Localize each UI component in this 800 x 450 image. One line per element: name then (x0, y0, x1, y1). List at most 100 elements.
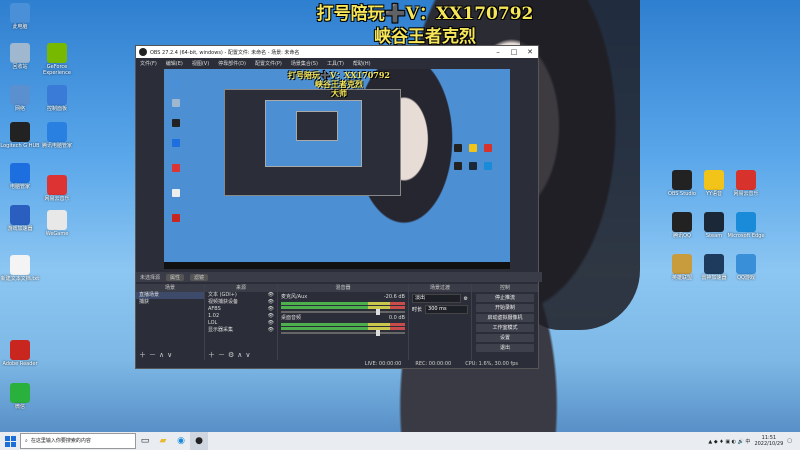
preview-desktop-icon (484, 144, 492, 152)
control-button[interactable]: 开始录制 (476, 304, 534, 312)
source-item[interactable]: 1.02 👁 (205, 313, 277, 320)
menu-item[interactable]: 场景集合(S) (291, 60, 318, 67)
desktop-icon[interactable]: 此电脑 (0, 3, 40, 30)
desktop-icon[interactable]: 回收站 (0, 43, 40, 70)
desktop-icon[interactable]: 网易云音乐 (726, 170, 766, 197)
obs-window: OBS 27.2.4 (64-bit, windows) - 配置文件: 未命名… (135, 45, 542, 369)
mixer-channel-header: 麦克风/Aux -20.6 dB (281, 294, 405, 301)
source-item[interactable]: 文本 (GDI+) 👁 (205, 292, 277, 299)
obs-titlebar[interactable]: OBS 27.2.4 (64-bit, windows) - 配置文件: 未命名… (136, 46, 538, 58)
scenes-dock: 场景 直播场景 捕获 ＋－∧∨ (136, 284, 205, 362)
desktop-icon[interactable]: Logitech G HUB (0, 122, 40, 149)
steam-icon (704, 212, 724, 232)
properties-button[interactable]: 属性 (166, 273, 185, 281)
notification-icon[interactable]: ▢ (787, 438, 792, 444)
nvidia-icon (47, 43, 67, 63)
source-item[interactable]: LOL 👁 (205, 320, 277, 327)
edge-icon[interactable]: ◉ (172, 432, 190, 450)
menu-item[interactable]: 文件(F) (140, 60, 157, 67)
menu-item[interactable]: 编辑(E) (166, 60, 183, 67)
transition-type-select[interactable]: 淡出 (412, 294, 461, 303)
obs-menubar: 文件(F) 编辑(E) 视图(V) 停靠部件(D) 配置文件(P) 场景集合(S) 工具(T… (136, 58, 538, 68)
file-explorer-icon[interactable]: ▰ (154, 432, 172, 450)
source-controls[interactable]: ＋－⚙∧∨ (208, 350, 254, 360)
visibility-icon[interactable]: 👁 (268, 306, 274, 313)
desktop-icon[interactable]: WeGame (37, 210, 77, 237)
desktop-icon[interactable]: 微信 (0, 383, 40, 410)
slider-handle[interactable] (376, 330, 381, 336)
source-item[interactable]: 显示器采集 👁 (205, 327, 277, 334)
close-button[interactable]: ✕ (522, 48, 538, 56)
taskbar: ⌕ 在这里输入你要搜索的内容 ▭ ▰ ◉ ● ▲ ◆ ♦ ▣ ◐ 🔊 中 11:… (0, 432, 800, 450)
cpu-status: CPU: 1.6%, 30.00 fps (465, 361, 518, 367)
desktop-icon[interactable]: 新建文本文档.txt (0, 255, 40, 282)
menu-item[interactable]: 停靠部件(D) (218, 60, 246, 67)
task-view-icon[interactable]: ▭ (136, 432, 154, 450)
gear-icon[interactable]: ⚙ (464, 296, 468, 302)
menu-item[interactable]: 工具(T) (327, 60, 344, 67)
menu-item[interactable]: 帮助(H) (353, 60, 371, 67)
tray-icons[interactable]: ▲ ◆ ♦ ▣ ◐ 🔊 中 (708, 438, 750, 445)
yy-icon (704, 170, 724, 190)
desktop-icon[interactable]: 电脑管家 (0, 163, 40, 190)
preview-nested-obs (224, 89, 401, 196)
control-button[interactable]: 设置 (476, 334, 534, 342)
volume-slider[interactable] (281, 309, 405, 315)
transition-dock: 场景过渡 淡出 ⚙ 时长 300 ms (409, 284, 472, 362)
control-button[interactable]: 退出 (476, 344, 534, 352)
obs-taskbar-icon[interactable]: ● (190, 432, 208, 450)
desktop-icon[interactable]: 网络 (0, 85, 40, 112)
visibility-icon[interactable]: 👁 (268, 292, 274, 299)
source-label: 视频捕获设备 (208, 299, 239, 305)
maximize-button[interactable]: □ (506, 48, 522, 56)
source-item[interactable]: 视频捕获设备 👁 (205, 299, 277, 306)
desktop-icon[interactable]: Adobe Reader (0, 340, 40, 367)
lol-icon (672, 254, 692, 274)
preview-desktop-icon (172, 214, 180, 222)
control-button[interactable]: 启动虚拟摄像机 (476, 314, 534, 322)
preview-nested-obs-2 (296, 111, 338, 141)
source-label: 1.02 (208, 313, 220, 319)
start-button[interactable] (0, 432, 20, 450)
desktop-icon[interactable]: GeForce Experience (37, 43, 77, 76)
desktop-icon[interactable]: 网易云音乐 (37, 175, 77, 202)
desktop-icon[interactable]: 腾讯电脑管家 (37, 122, 77, 149)
slider-handle[interactable] (376, 309, 381, 315)
mixer-channel: 麦克风/Aux -20.6 dB (281, 294, 405, 315)
wechat-icon (10, 383, 30, 403)
desktop-icon[interactable]: Microsoft Edge (726, 212, 766, 239)
filters-button[interactable]: 滤镜 (190, 273, 209, 281)
search-icon: ⌕ (25, 438, 28, 444)
source-label: 显示器采集 (208, 327, 234, 333)
scene-item[interactable]: 捕获 (136, 299, 204, 306)
control-button[interactable]: 停止推流 (476, 294, 534, 302)
search-placeholder: 在这里输入你要搜索的内容 (30, 438, 91, 444)
taskbar-search[interactable]: ⌕ 在这里输入你要搜索的内容 (20, 433, 136, 449)
visibility-icon[interactable]: 👁 (268, 299, 274, 306)
desktop-icon[interactable]: 控制面板 (37, 85, 77, 112)
edge-icon (736, 212, 756, 232)
scene-item[interactable]: 直播场景 (136, 292, 204, 299)
menu-item[interactable]: 配置文件(P) (255, 60, 282, 67)
preview-desktop-icon (469, 162, 477, 170)
visibility-icon[interactable]: 👁 (268, 320, 274, 327)
obs-preview[interactable]: 打号陪玩➕V：XX170792 峡谷王者克烈 大师 (164, 69, 510, 269)
visibility-icon[interactable]: 👁 (268, 313, 274, 320)
source-label: 文本 (GDI+) (208, 292, 237, 298)
desktop-icon[interactable]: 游戏加速器 (0, 205, 40, 232)
scene-controls[interactable]: ＋－∧∨ (139, 350, 175, 360)
menu-item[interactable]: 视图(V) (192, 60, 209, 67)
source-item[interactable]: AFBS 👁 (205, 306, 277, 313)
preview-taskbar (164, 262, 510, 269)
desktop-icon-label: 微信 (14, 404, 25, 410)
duration-input[interactable]: 300 ms (425, 305, 468, 314)
transition-type[interactable]: 淡出 ⚙ (412, 294, 468, 303)
volume-slider[interactable] (281, 330, 405, 336)
no-source-label: 未选择源 (140, 274, 161, 281)
clock[interactable]: 11:51 2022/10/29 (754, 435, 783, 447)
desktop-icon[interactable]: QQ游戏 (726, 254, 766, 281)
control-panel-icon (47, 85, 67, 105)
visibility-icon[interactable]: 👁 (268, 327, 274, 334)
control-button[interactable]: 工作室模式 (476, 324, 534, 332)
minimize-button[interactable]: – (490, 48, 506, 56)
